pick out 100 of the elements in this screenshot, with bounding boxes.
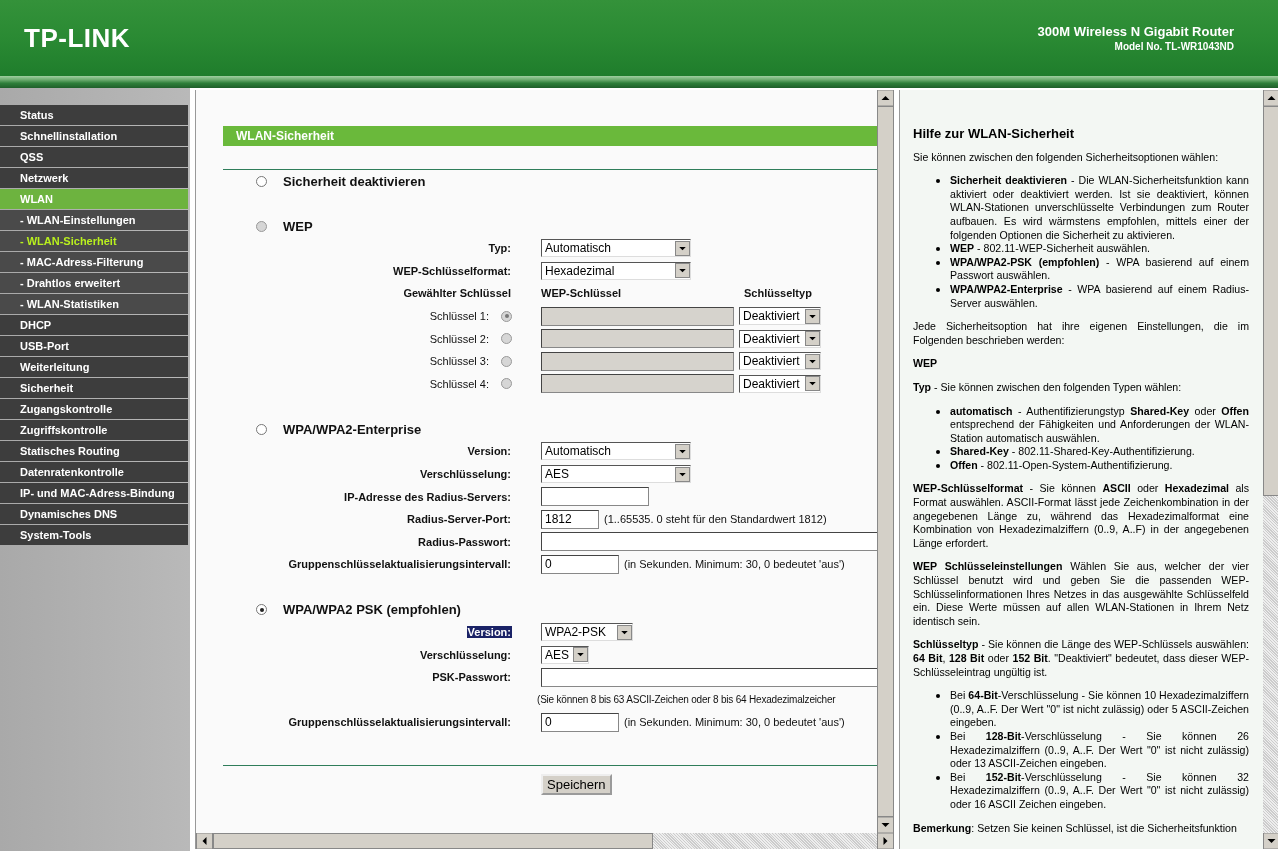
scrollbar[interactable]	[196, 833, 894, 849]
column-header: WEP-Schlüssel	[541, 287, 623, 300]
field-label: Radius-Passwort:	[417, 535, 512, 548]
sidebar-item[interactable]: Statisches Routing	[0, 441, 188, 461]
field-label: Version:	[466, 445, 512, 458]
option-label: Sicherheit deaktivieren	[283, 173, 426, 189]
help-paragraph: Typ - Sie können zwischen den folgenden Typen wählen:	[913, 380, 1183, 395]
input-field[interactable]	[541, 532, 877, 552]
help-list-item: WPA/WPA2-Enterprise - WPA basierend auf einem Radius-Server auswählen.	[950, 282, 1249, 311]
sidebar-item[interactable]: System-Tools	[0, 525, 188, 545]
sidebar-item[interactable]: Weiterleitung	[0, 357, 188, 377]
sidebar-item[interactable]: - WLAN-Statistiken	[0, 294, 188, 314]
input-field[interactable]: 0	[541, 554, 619, 574]
input-field[interactable]	[541, 329, 734, 349]
bullet-icon	[936, 775, 940, 780]
model-number: Model No. TL-WR1043ND	[1114, 41, 1234, 52]
sidebar-item[interactable]: - Drahtlos erweitert	[0, 273, 188, 293]
sidebar-item[interactable]: Status	[0, 105, 188, 125]
left-arrow-icon[interactable]	[196, 833, 213, 849]
caret-icon	[617, 624, 632, 640]
up-arrow-icon[interactable]	[1263, 90, 1278, 106]
field-label: Gruppenschlüsselaktualisierungsintervall:	[287, 716, 512, 729]
dropdown[interactable]: AES	[541, 465, 691, 484]
sidebar-item[interactable]: Schnellinstallation	[0, 126, 188, 146]
logo: TP-LINK	[24, 22, 131, 54]
sidebar-item[interactable]: Dynamisches DNS	[0, 504, 188, 524]
sidebar-item[interactable]: - MAC-Adress-Filterung	[0, 252, 188, 272]
field-hint: (in Sekunden. Minimum: 30, 0 bedeutet 'aus')	[624, 716, 845, 729]
sidebar-item[interactable]: QSS	[0, 147, 188, 167]
sidebar-item[interactable]: - WLAN-Sicherheit	[0, 231, 188, 251]
bullet-icon	[936, 450, 940, 455]
caret-icon	[805, 331, 820, 347]
key-label: Schlüssel 1:	[429, 310, 489, 323]
input-field[interactable]	[541, 667, 877, 687]
sidebar-item[interactable]: Zugriffskontrolle	[0, 420, 188, 440]
field-label: PSK-Passwort:	[431, 671, 512, 684]
help-list-item: Shared-Key- 802.11-Shared-Key-Authentifizierung.	[950, 445, 1196, 459]
column-header: Schlüsseltyp	[743, 287, 813, 300]
help-list-item: WPA/WPA2-PSK (empfohlen) - WPA basierend auf einem Passwort auswählen.	[950, 255, 1249, 283]
sidebar-item[interactable]: - WLAN-Einstellungen	[0, 210, 188, 230]
option-label: WEP	[283, 218, 313, 234]
input-field[interactable]	[541, 306, 734, 326]
caret-icon	[805, 353, 820, 369]
field-label: Verschlüsselung:	[418, 648, 512, 661]
save-button[interactable]: Speichern	[541, 773, 612, 795]
field-label: Typ:	[487, 242, 512, 255]
field-label: Version:	[466, 626, 512, 638]
sidebar-item[interactable]: IP- und MAC-Adress-Bindung	[0, 483, 188, 503]
sidebar-item[interactable]: Zugangskontrolle	[0, 399, 188, 419]
input-field[interactable]	[541, 374, 734, 394]
dropdown[interactable]: Automatisch	[541, 442, 691, 461]
help-paragraph: WEP-Schlüsselformat - Sie können ASCII oder Hexadezimal als Format auswählen. ASCII-Format lässt jede Zeichenkombination in der angegebenen Länge zu, während das Hexadezimalformat eine Kombination von Hexadezimalziffern (0..9, A..F) in der angegebenen Länge erfordert.	[913, 482, 1249, 551]
bullet-icon	[936, 260, 940, 265]
help-paragraph: Bemerkung: Setzen Sie keinen Schlüssel, ist die Sicherheitsfunktion	[913, 821, 1238, 836]
bullet-icon	[936, 409, 940, 414]
sidebar-item[interactable]: Datenratenkontrolle	[0, 462, 188, 482]
input-field[interactable]	[541, 487, 649, 507]
input-field[interactable]	[541, 351, 734, 371]
radio-button[interactable]	[256, 175, 267, 187]
help-list-item: Bei 64-Bit-Verschlüsselung - Sie können 10 Hexadezimalziffern (0..9, A..F. Der Wert "0" ist nicht zulässig) oder 5 ASCII-Zeichen eingeben.	[950, 689, 1249, 730]
sidebar-item[interactable]: DHCP	[0, 315, 188, 335]
help-paragraph: Jede Sicherheitsoption hat ihre eigenen Einstellungen, die im Folgenden beschrieben werden:	[913, 320, 1249, 348]
dropdown[interactable]: AES	[541, 645, 589, 664]
help-heading: WEP	[913, 357, 939, 371]
help-paragraph: Schlüsseltyp - Sie können die Länge des WEP-Schlüssels auswählen: 64 Bit, 128 Bit oder 152 Bit. "Deaktiviert" bedeutet, dass dieser WEP-Schlüsseleintrag ungültig ist.	[913, 638, 1249, 680]
column-header: Gewählter Schlüssel	[402, 287, 512, 300]
help-list-item: automatisch - Authentifizierungstyp Shared-Key oder Offen entsprechend der Fähigkeiten und Anforderungen der WLAN-Station automatisch auswählen.	[950, 404, 1249, 446]
help-list-item: Bei 152-Bit-Verschlüsselung - Sie können 32 Hexadezimalziffern (0..9, A..F. Der Wert "0" ist nicht zulässig) oder 16 ASCII Zeichen eingeben.	[950, 770, 1249, 812]
input-field[interactable]: 0	[541, 712, 619, 732]
caret-icon	[675, 263, 690, 279]
field-label: WEP-Schlüsselformat:	[392, 264, 512, 277]
down-arrow-icon[interactable]	[1263, 833, 1278, 849]
sidebar-item[interactable]: Sicherheit	[0, 378, 188, 398]
dropdown[interactable]: WPA2-PSK	[541, 623, 633, 641]
sidebar-item[interactable]: USB-Port	[0, 336, 188, 356]
field-label: Gruppenschlüsselaktualisierungsintervall:	[287, 558, 512, 571]
bullet-icon	[936, 734, 940, 739]
radio-button[interactable]	[256, 604, 267, 616]
field-label: Verschlüsselung:	[418, 468, 512, 481]
help-list-item: Bei 128-Bit-Verschlüsselung - Sie können 26 Hexadezimalziffern (0..9, A..F. Der Wert "0" ist nicht zulässig) oder 13 ASCII-Zeichen eingeben.	[950, 729, 1249, 771]
bullet-icon	[936, 694, 940, 699]
right-arrow-icon[interactable]	[877, 833, 894, 849]
help-paragraph: WEP Schlüsseleinstellungen Wählen Sie aus, welcher der vier Schlüssel benutzt wird und geben Sie die passenden WEP-Schlüsselinformationen Ihres Netzes in das ausgewählte Schlüsselfeld ein. Diese Werte müssen auf allen WLAN-Stationen in Ihrem Netz identisch sein.	[913, 560, 1249, 629]
down-arrow-icon[interactable]	[877, 817, 894, 833]
bullet-icon	[936, 247, 940, 252]
sidebar-item[interactable]: Netzwerk	[0, 168, 188, 188]
field-hint: (Sie können 8 bis 63 ASCII-Zeichen oder 8 bis 64 Hexadezimalzeicher	[537, 694, 836, 706]
bullet-icon	[936, 179, 940, 184]
input-field[interactable]: 1812	[541, 509, 599, 529]
radio-button[interactable]	[256, 423, 267, 435]
option-label: WPA/WPA2-Enterprise	[283, 421, 422, 437]
scrollbar[interactable]	[1263, 90, 1278, 849]
help-list-item: Offen - 802.11-Open-System-Authentifizierung.	[950, 458, 1174, 473]
help-list-item: WEP- 802.11-WEP-Sicherheit auswählen.	[950, 242, 1151, 256]
option-label: WPA/WPA2 PSK (empfohlen)	[283, 602, 461, 618]
up-arrow-icon[interactable]	[877, 90, 894, 106]
product-name: 300M Wireless N Gigabit Router	[1037, 24, 1234, 39]
caret-icon	[675, 240, 690, 256]
bullet-icon	[936, 463, 940, 468]
caret-icon	[675, 466, 690, 482]
